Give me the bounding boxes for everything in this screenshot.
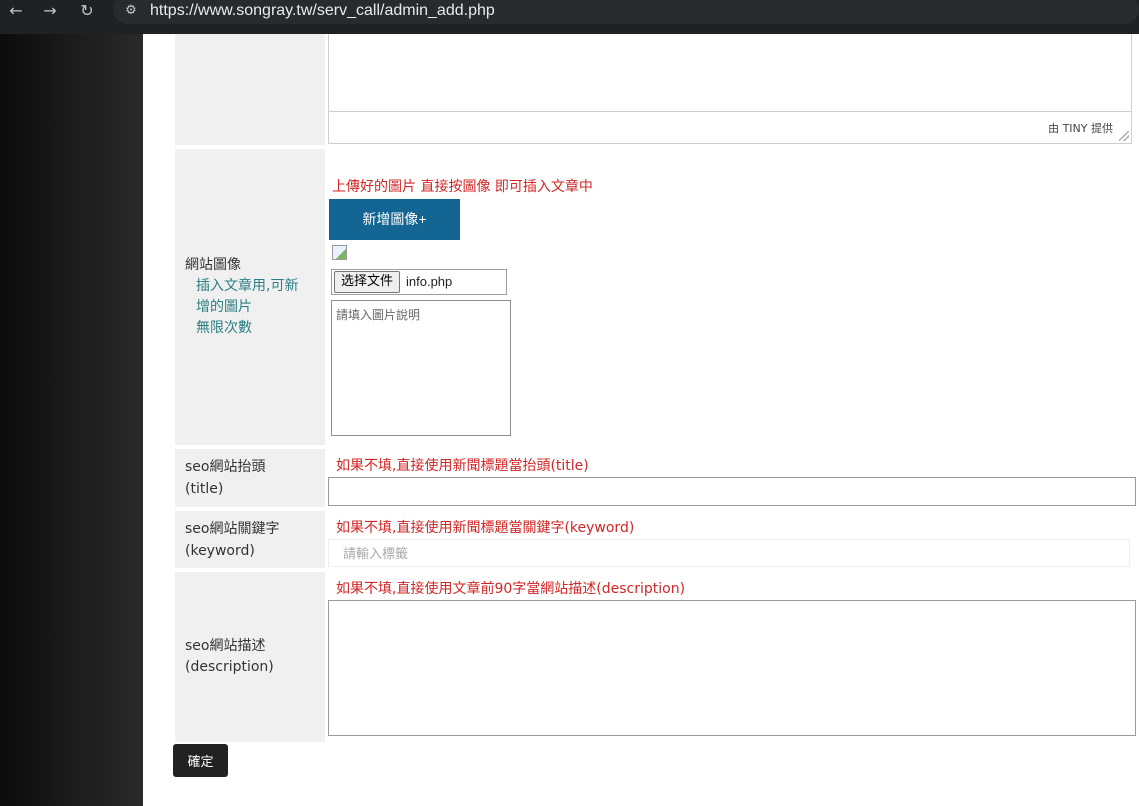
seo-title-label-sub: (title) (185, 481, 224, 497)
seo-title-label-cell: seo網站抬頭 (title) (175, 449, 325, 507)
editor-statusbar: 由 TINY 提供 (329, 111, 1131, 143)
image-sub-label-2: 增的圖片 (196, 299, 252, 315)
seo-description-label-sub: (description) (185, 659, 274, 675)
image-label: 網站圖像 (185, 257, 241, 273)
seo-title-label: seo網站抬頭 (185, 459, 266, 475)
site-info-icon[interactable]: ⚙ (120, 0, 142, 22)
left-sidebar-background (0, 34, 143, 806)
add-image-button[interactable]: 新增圖像+ (329, 199, 460, 240)
url-text[interactable]: https://www.songray.tw/serv_call/admin_a… (150, 0, 495, 22)
broken-image-icon (332, 245, 347, 260)
tiny-credit[interactable]: 由 TINY 提供 (1048, 120, 1113, 136)
seo-keyword-label: seo網站關鍵字 (185, 521, 280, 537)
forward-arrow-icon[interactable]: → (36, 0, 64, 22)
seo-title-input[interactable] (328, 477, 1136, 506)
submit-button[interactable]: 確定 (173, 744, 228, 777)
rich-text-editor[interactable]: 由 TINY 提供 (328, 34, 1132, 144)
back-arrow-icon[interactable]: ← (2, 0, 30, 22)
browser-toolbar: ← → ↻ ⚙ https://www.songray.tw/serv_call… (0, 0, 1139, 34)
seo-description-label: seo網站描述 (185, 638, 266, 654)
seo-description-input[interactable] (328, 600, 1136, 736)
reload-icon[interactable]: ↻ (73, 0, 101, 22)
image-hint: 上傳好的圖片 直接按圖像 即可插入文章中 (332, 179, 593, 195)
seo-keyword-label-sub: (keyword) (185, 543, 255, 559)
seo-keyword-label-cell: seo網站關鍵字 (keyword) (175, 511, 325, 568)
image-label-cell: 網站圖像 插入文章用,可新 增的圖片 無限次數 (175, 149, 325, 445)
choose-file-button[interactable]: 选择文件 (334, 271, 401, 293)
image-sub-label-3: 無限次數 (196, 320, 252, 336)
file-name: info.php (406, 274, 453, 289)
seo-title-hint: 如果不填,直接使用新聞標題當抬頭(title) (336, 458, 589, 474)
image-sub-label-1: 插入文章用,可新 (196, 278, 299, 294)
seo-keyword-tag-input[interactable] (328, 539, 1130, 567)
editor-label-cell (175, 34, 325, 145)
seo-description-hint: 如果不填,直接使用文章前90字當網站描述(description) (336, 581, 686, 597)
file-input[interactable]: 选择文件 info.php (331, 269, 507, 295)
seo-keyword-hint: 如果不填,直接使用新聞標題當關鍵字(keyword) (336, 520, 635, 536)
resize-grip-icon[interactable] (1119, 131, 1129, 141)
seo-description-label-cell: seo網站描述 (description) (175, 572, 325, 742)
image-description-input[interactable] (331, 300, 511, 436)
